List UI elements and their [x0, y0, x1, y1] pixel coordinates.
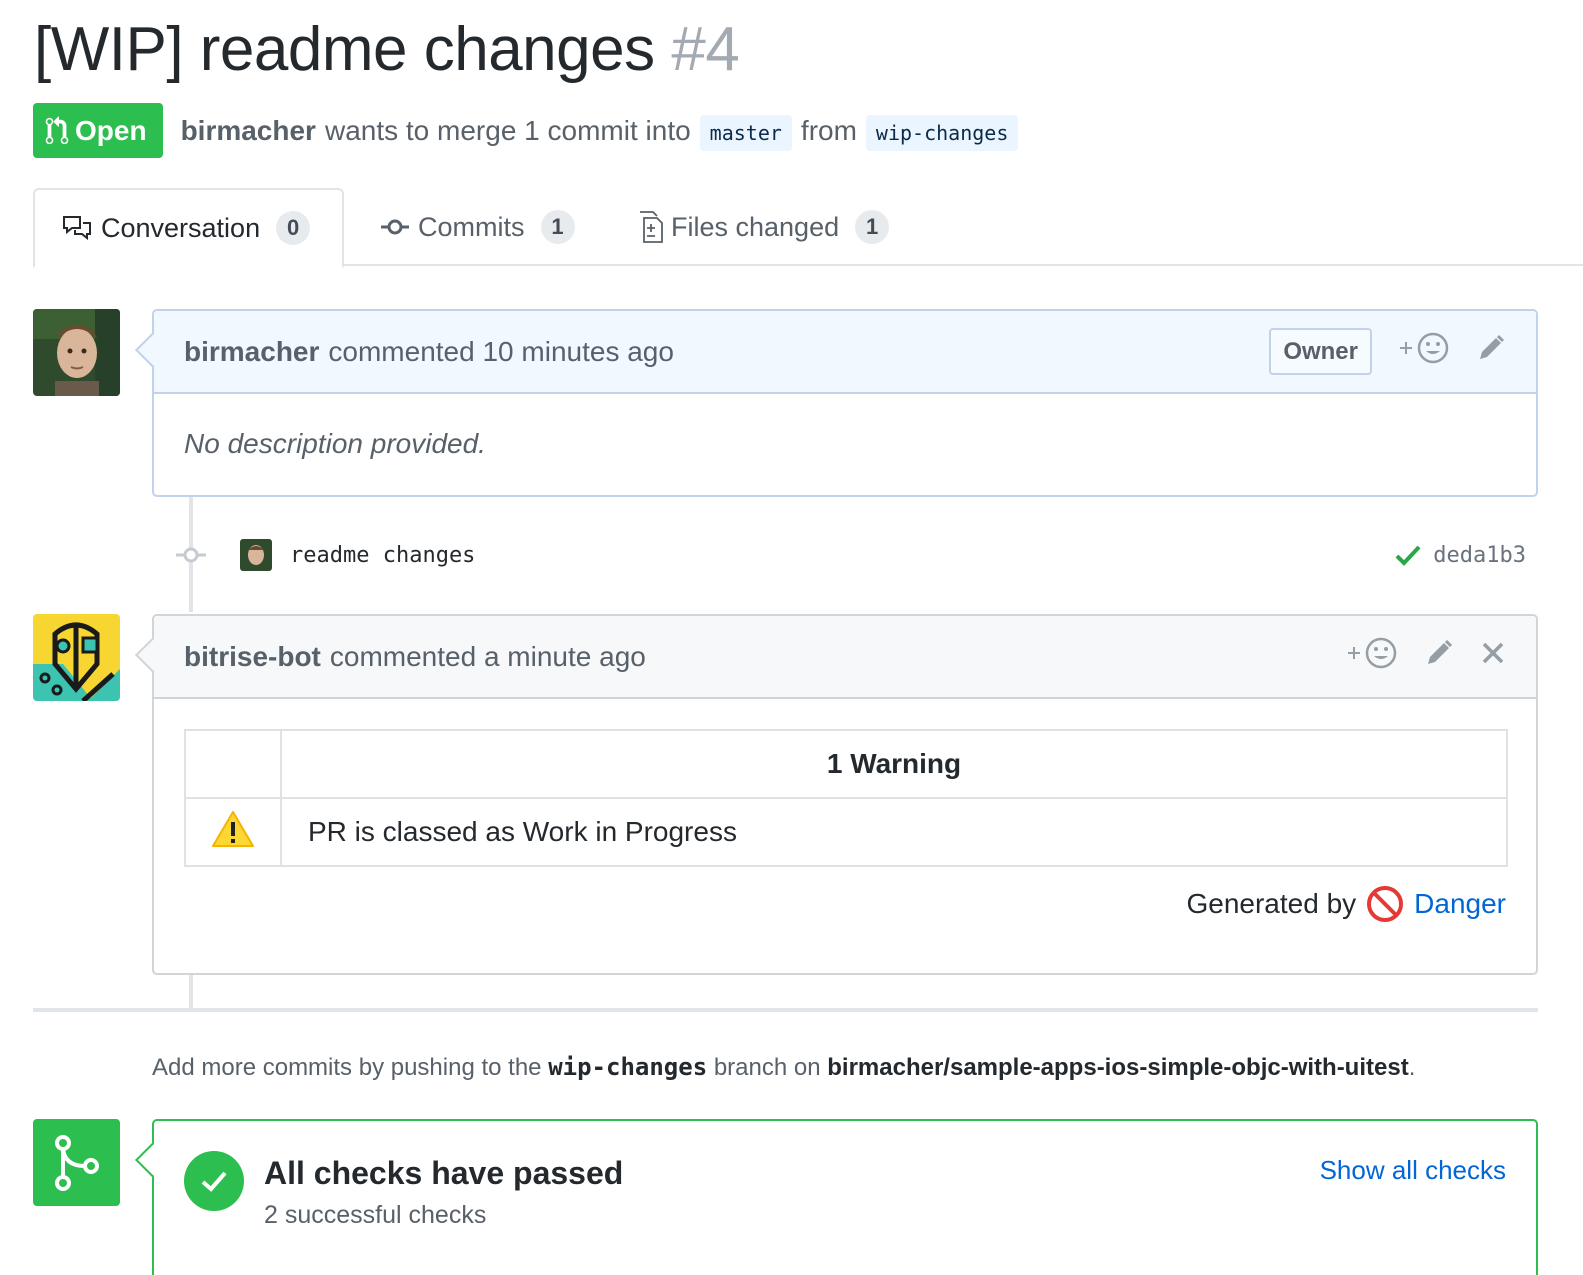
comment-body: 1 Warning PR is classed as Work in Progr… [154, 699, 1536, 973]
hint-branch: wip-changes [548, 1053, 708, 1081]
tab-commits[interactable]: Commits 1 [380, 188, 575, 266]
check-icon[interactable] [1395, 544, 1421, 566]
checks-panel: All checks have passed 2 successful chec… [135, 1119, 1538, 1275]
avatar-birmacher[interactable] [33, 309, 120, 396]
smiley-icon [1400, 332, 1449, 364]
pr-title: [WIP] readme changes #4 [34, 14, 740, 85]
show-all-checks-link[interactable]: Show all checks [1320, 1155, 1506, 1186]
pr-state-badge: Open [33, 103, 163, 158]
commit-row: readme changes deda1b3 [176, 532, 1526, 578]
checks-title: All checks have passed [264, 1155, 624, 1191]
commit-author-avatar[interactable] [240, 539, 272, 571]
comment-body: No description provided. [184, 428, 486, 459]
tab-files-label: Files changed [671, 211, 840, 242]
timeline-line [189, 975, 193, 1008]
comment-timestamp[interactable]: commented a minute ago [330, 641, 646, 673]
delete-comment-button[interactable] [1480, 640, 1506, 673]
commit-icon [381, 219, 409, 235]
generated-by-text: Generated by [1186, 888, 1357, 919]
tab-conversation[interactable]: Conversation 0 [33, 188, 344, 268]
pencil-icon [1428, 639, 1453, 664]
comment-header: bitrise-bot commented a minute ago [154, 616, 1536, 699]
file-diff-icon [640, 211, 663, 243]
no-entry-icon [1367, 886, 1404, 922]
close-icon [1482, 642, 1504, 664]
tab-files-count: 1 [855, 210, 890, 244]
hint-suffix: . [1408, 1054, 1416, 1081]
conversation-icon [63, 216, 91, 241]
pr-author-link[interactable]: birmacher [181, 115, 316, 147]
edit-comment-button[interactable] [1476, 333, 1506, 370]
hint-middle: branch on [713, 1054, 821, 1081]
from-text: from [800, 114, 857, 146]
add-reaction-button[interactable] [1346, 636, 1398, 677]
pr-state-label: Open [75, 114, 147, 146]
commit-node-icon [176, 547, 206, 563]
table-row: PR is classed as Work in Progress [184, 797, 1508, 867]
comment-header: birmacher commented 10 minutes ago Owner [154, 311, 1536, 394]
checks-caret [135, 1143, 169, 1177]
tab-conversation-count: 0 [276, 211, 311, 245]
push-hint: Add more commits by pushing to the wip-c… [152, 1053, 1415, 1082]
table-header-empty [184, 729, 282, 799]
hint-repo: birmacher/sample-apps-ios-simple-objc-wi… [827, 1054, 1409, 1081]
commit-sha-link[interactable]: deda1b3 [1433, 543, 1526, 568]
pr-title-text: [WIP] readme changes [34, 15, 655, 84]
edit-comment-button[interactable] [1424, 638, 1454, 675]
tab-commits-label: Commits [418, 211, 525, 242]
comment-author[interactable]: bitrise-bot [184, 641, 321, 673]
commit-status: deda1b3 [1395, 543, 1526, 568]
table-header-warning: 1 Warning [280, 729, 1508, 799]
smiley-icon [1348, 637, 1397, 669]
pencil-icon [1480, 334, 1505, 359]
base-branch[interactable]: master [699, 114, 792, 151]
add-reaction-button[interactable] [1398, 331, 1450, 372]
warning-icon [212, 810, 254, 847]
comment-author[interactable]: birmacher [184, 336, 319, 368]
generated-by: Generated by Danger [1186, 885, 1506, 923]
tab-files-changed[interactable]: Files changed 1 [639, 188, 890, 266]
head-branch[interactable]: wip-changes [865, 114, 1019, 151]
warning-icon-cell [184, 797, 282, 867]
warning-text: PR is classed as Work in Progress [280, 797, 1508, 867]
comment-birmacher: birmacher commented 10 minutes ago Owner [135, 309, 1538, 497]
pr-merge-text: wants to merge 1 commit into [324, 114, 691, 146]
avatar-bitrise-bot[interactable] [33, 614, 120, 701]
tab-conversation-label: Conversation [101, 212, 261, 243]
comment-bitrise-bot: bitrise-bot commented a minute ago 1 War… [135, 614, 1538, 975]
danger-link[interactable]: Danger [1414, 888, 1506, 920]
commit-message-link[interactable]: readme changes [290, 543, 475, 568]
git-pull-request-icon [45, 115, 69, 144]
pr-meta: Open birmacher wants to merge 1 commit i… [33, 103, 1027, 158]
merge-status-icon-box [33, 1119, 120, 1206]
hint-prefix: Add more commits by pushing to the [152, 1054, 542, 1081]
timeline-divider [33, 1008, 1538, 1012]
git-merge-icon [54, 1134, 99, 1191]
checks-passed-icon [184, 1151, 244, 1211]
check-icon [201, 1171, 227, 1192]
comment-timestamp[interactable]: commented 10 minutes ago [328, 336, 674, 368]
danger-warning-table: 1 Warning PR is classed as Work in Progr… [184, 729, 1508, 867]
pr-tabs: Conversation 0 Commits 1 Files changed 1 [33, 188, 1583, 268]
tab-commits-count: 1 [540, 210, 575, 244]
checks-subtitle: 2 successful checks [264, 1201, 487, 1229]
owner-badge: Owner [1269, 328, 1372, 375]
pr-number: #4 [671, 15, 740, 84]
